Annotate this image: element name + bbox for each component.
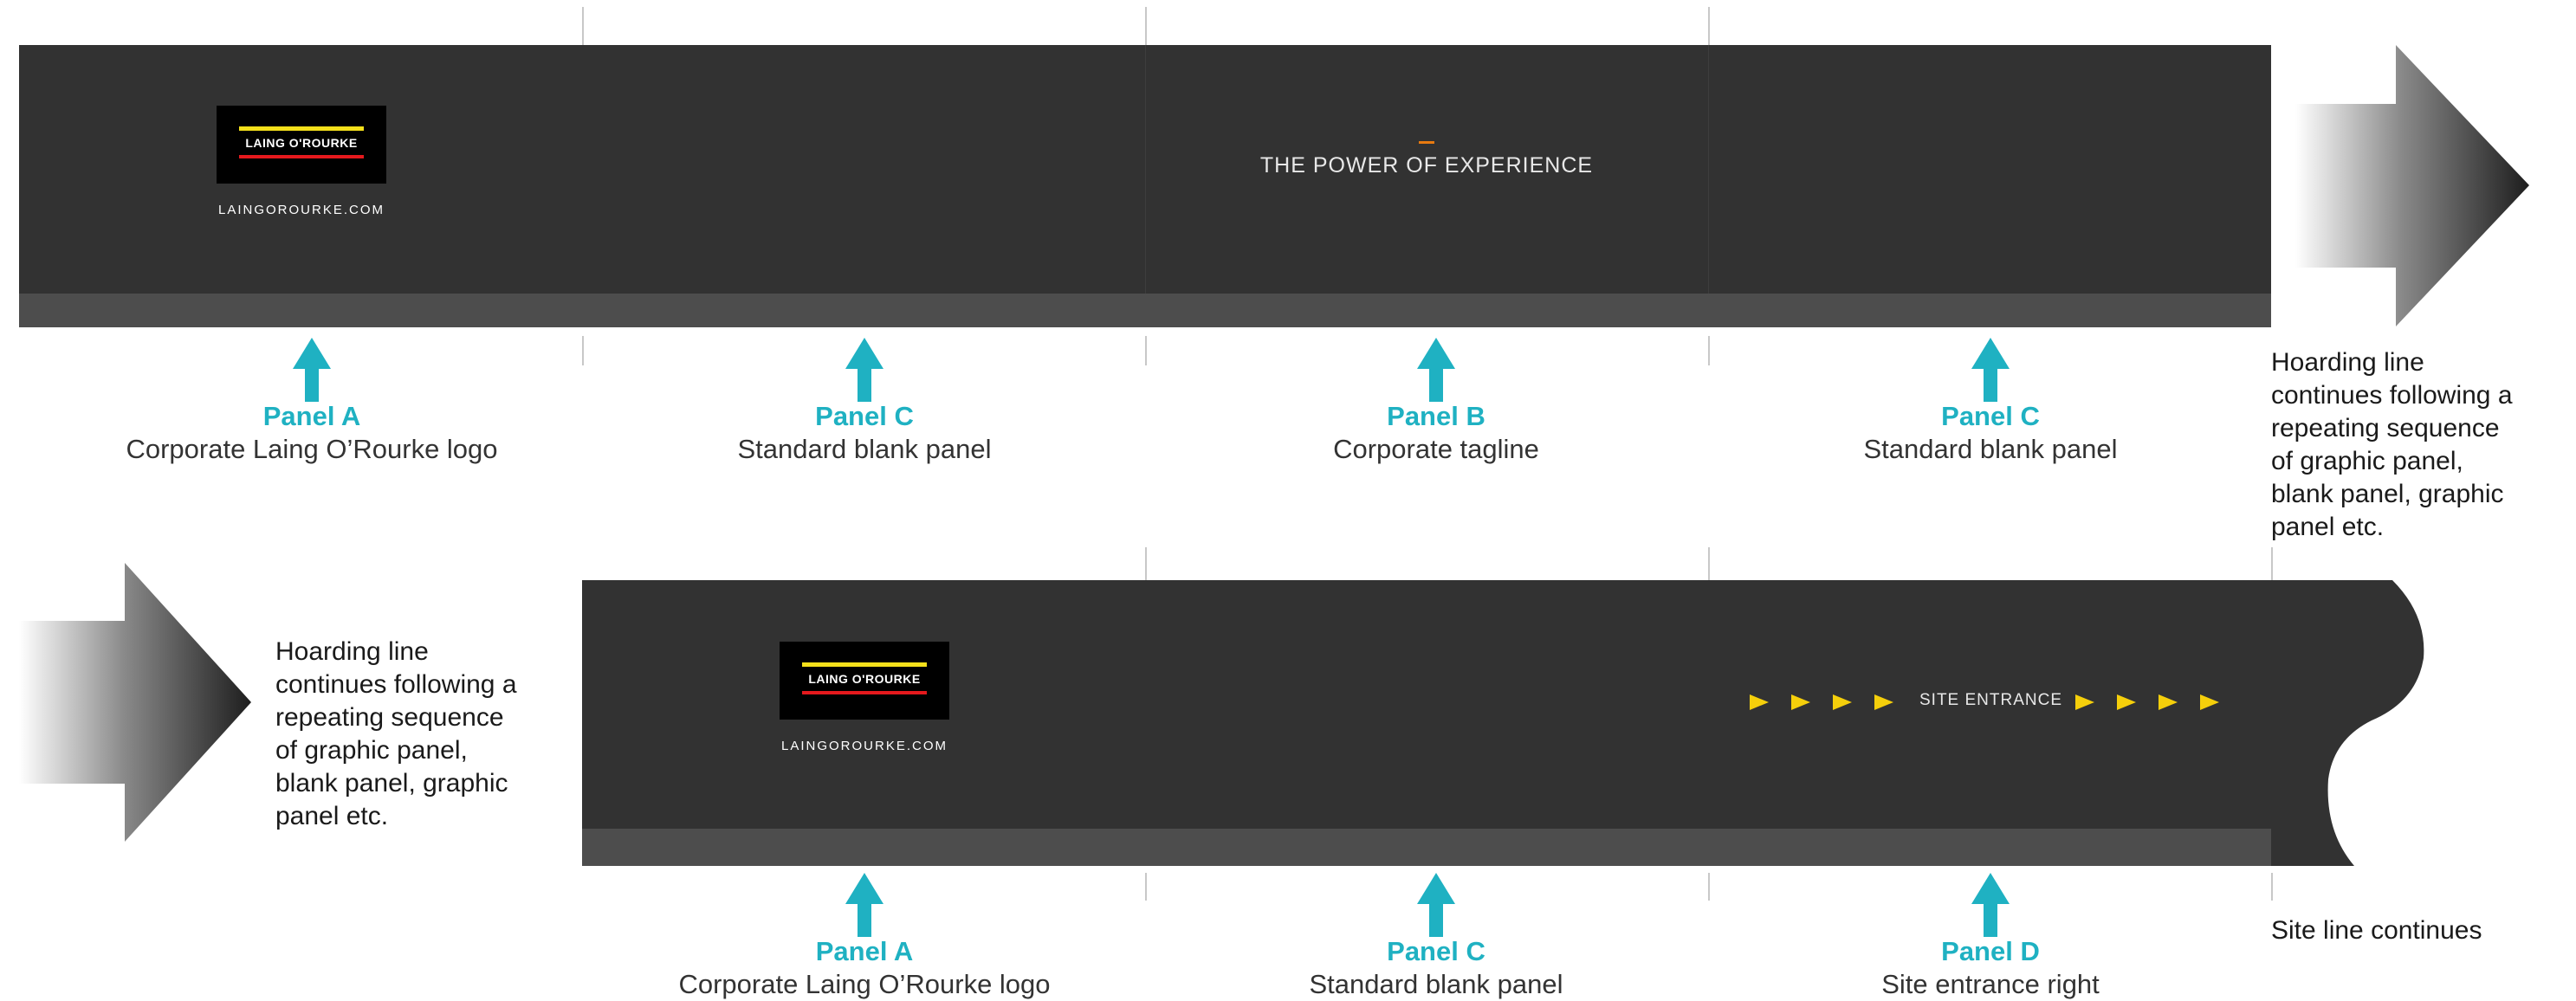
- pointer-arrow-icon: [1417, 338, 1455, 402]
- note-line: repeating sequence: [275, 703, 504, 732]
- site-line-note: Site line continues: [2271, 916, 2482, 945]
- divider-tick: [2271, 547, 2273, 580]
- note-line: continues following a: [275, 670, 517, 699]
- panel-label-title: Panel B: [1387, 401, 1485, 431]
- panel-label-title: Panel C: [1941, 401, 2040, 431]
- panel-label-desc: Standard blank panel: [1863, 434, 2118, 464]
- panel-label: Panel A Corporate Laing O’Rourke logo: [579, 935, 1150, 1001]
- panel-divider: [1708, 45, 1709, 294]
- panel-label: Panel D Site entrance right: [1705, 935, 2276, 1001]
- logo-yellow-bar: [239, 126, 364, 131]
- laing-orourke-logo: LAING O'ROURKE: [217, 106, 386, 184]
- panel-label-desc: Corporate Laing O’Rourke logo: [126, 434, 498, 464]
- panel-label: Panel C Standard blank panel: [579, 400, 1150, 466]
- note-line: repeating sequence: [2271, 414, 2500, 442]
- note-line: of graphic panel,: [275, 736, 468, 765]
- divider-tick: [1708, 547, 1710, 580]
- note-line: panel etc.: [2271, 513, 2385, 541]
- divider-tick: [1708, 873, 1710, 901]
- panel-label-desc: Standard blank panel: [1309, 969, 1563, 999]
- note-line: blank panel, graphic: [2271, 480, 2504, 508]
- note-line: blank panel, graphic: [275, 769, 508, 798]
- panel-label-title: Panel D: [1941, 936, 2040, 966]
- panel-label-desc: Corporate Laing O’Rourke logo: [678, 969, 1051, 999]
- hoarding-panels-row-2: [582, 580, 2424, 866]
- website-url: LAINGOROURKE.COM: [217, 203, 385, 217]
- panel-label-title: Panel A: [815, 936, 914, 966]
- divider-tick: [1145, 7, 1147, 45]
- note-line: of graphic panel,: [2271, 447, 2463, 475]
- tagline-accent-mark: [1419, 141, 1434, 144]
- divider-tick: [1708, 336, 1710, 365]
- note-line: panel etc.: [275, 802, 389, 830]
- divider-tick: [1145, 547, 1147, 580]
- pointer-arrow-icon: [845, 338, 883, 402]
- note-line: Hoarding line: [2271, 348, 2424, 377]
- continuation-note: Hoarding line continues following a repe…: [2271, 346, 2574, 544]
- divider-tick: [582, 7, 584, 45]
- panel-label: Panel B Corporate tagline: [1150, 400, 1722, 466]
- corporate-tagline: THE POWER OF EXPERIENCE: [1259, 153, 1594, 178]
- site-entrance-text: SITE ENTRANCE: [1919, 691, 2063, 709]
- divider-tick: [1145, 336, 1147, 365]
- laing-orourke-logo: LAING O'ROURKE: [780, 642, 949, 720]
- divider-tick: [1145, 873, 1147, 901]
- panel-label-desc: Site entrance right: [1881, 969, 2100, 999]
- panel-label-desc: Corporate tagline: [1333, 434, 1539, 464]
- continuation-arrow-icon: [2295, 45, 2529, 326]
- panel-label-title: Panel C: [1387, 936, 1485, 966]
- pointer-arrow-icon: [293, 338, 331, 402]
- pointer-arrow-icon: [845, 873, 883, 937]
- note-line: continues following a: [2271, 381, 2513, 410]
- panel-label: Panel C Standard blank panel: [1150, 935, 1722, 1001]
- panel-label: Panel C Standard blank panel: [1705, 400, 2276, 466]
- panel-label-title: Panel C: [815, 401, 914, 431]
- site-entrance-arrows-right-icon: [2075, 694, 2219, 710]
- logo-yellow-bar: [802, 662, 927, 667]
- website-url: LAINGOROURKE.COM: [780, 739, 948, 753]
- panel-divider: [1145, 45, 1146, 294]
- logo-text: LAING O'ROURKE: [808, 672, 921, 686]
- continuation-note: Hoarding line continues following a repe…: [275, 636, 570, 833]
- divider-tick: [582, 336, 584, 365]
- pointer-arrow-icon: [1417, 873, 1455, 937]
- logo-text: LAING O'ROURKE: [245, 136, 358, 150]
- panel-label-title: Panel A: [262, 401, 361, 431]
- site-entrance-arrows-left-icon: [1750, 694, 1893, 710]
- divider-tick: [2271, 873, 2273, 901]
- pointer-arrow-icon: [1971, 873, 2010, 937]
- continuation-arrow-icon: [19, 563, 251, 842]
- panel-label: Panel A Corporate Laing O’Rourke logo: [26, 400, 598, 466]
- hoarding-base-row-1: [19, 294, 2271, 327]
- note-line: Hoarding line: [275, 637, 429, 666]
- divider-tick: [1708, 7, 1710, 45]
- pointer-arrow-icon: [1971, 338, 2010, 402]
- panel-label-desc: Standard blank panel: [737, 434, 992, 464]
- logo-red-bar: [239, 155, 364, 158]
- logo-red-bar: [802, 691, 927, 694]
